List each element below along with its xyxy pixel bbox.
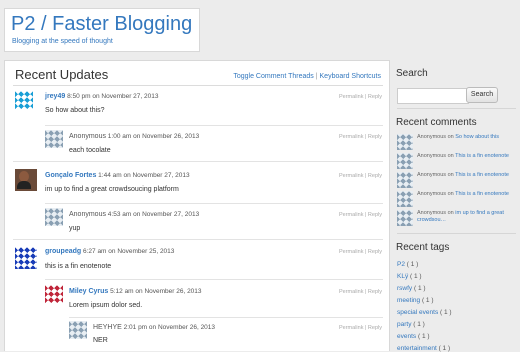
post-reply: HEYHYE 2:01 pm on November 26, 2013 Perm… bbox=[5, 61, 389, 351]
tag-count: ( 1 ) bbox=[421, 297, 434, 304]
recent-comment-item: Anonymous on This is a fin enotenote bbox=[397, 191, 519, 209]
tag-item: rswfy ( 1 ) bbox=[397, 285, 426, 292]
search-button[interactable]: Search bbox=[466, 87, 498, 103]
tag-count: ( 1 ) bbox=[413, 321, 425, 328]
post-body: NER bbox=[93, 337, 108, 344]
sidebar: Search Search Recent comments Anonymous … bbox=[390, 60, 520, 352]
avatar[interactable] bbox=[69, 321, 87, 339]
post-time: 2:01 pm on November 26, 2013 bbox=[123, 324, 216, 331]
search-heading: Search bbox=[396, 68, 428, 79]
comment-target-link[interactable]: This is a fin enotenote bbox=[455, 172, 509, 178]
comment-target-link[interactable]: This is a fin enotenote bbox=[455, 153, 509, 159]
comment-target-link[interactable]: This is a fin enotenote bbox=[455, 191, 509, 197]
tag-item: P2 ( 1 ) bbox=[397, 261, 418, 268]
tag-link[interactable]: party bbox=[397, 321, 411, 328]
search-input[interactable] bbox=[397, 88, 469, 104]
comment-on: on bbox=[447, 191, 454, 197]
comment-on: on bbox=[447, 172, 454, 178]
comment-on: on bbox=[447, 153, 454, 159]
avatar[interactable] bbox=[397, 134, 413, 150]
tag-link[interactable]: P2 bbox=[397, 261, 405, 268]
tag-link[interactable]: meeting bbox=[397, 297, 420, 304]
tag-count: ( 1 ) bbox=[406, 261, 419, 268]
tag-count: ( 1 ) bbox=[413, 285, 426, 292]
avatar[interactable] bbox=[397, 210, 413, 226]
divider bbox=[397, 233, 516, 234]
recent-comments-heading: Recent comments bbox=[396, 117, 477, 128]
site-title[interactable]: P2 / Faster Blogging bbox=[11, 13, 192, 36]
recent-comment-item: Anonymous on This is a fin enotenote bbox=[397, 153, 519, 171]
post-actions[interactable]: Permalink | Reply bbox=[339, 325, 382, 331]
tag-count: ( 1 ) bbox=[417, 333, 430, 340]
tag-item: entertainment ( 1 ) bbox=[397, 345, 450, 352]
comment-author: Anonymous bbox=[417, 210, 447, 216]
tag-count: ( 1 ) bbox=[440, 309, 452, 316]
comment-author: Anonymous bbox=[417, 172, 447, 178]
tag-link[interactable]: events bbox=[397, 333, 416, 340]
comment-on: on bbox=[447, 210, 454, 216]
tag-item: KLÿ ( 1 ) bbox=[397, 273, 422, 280]
tag-link[interactable]: KLÿ bbox=[397, 273, 408, 280]
tag-item: party ( 1 ) bbox=[397, 321, 425, 328]
tag-item: special events ( 1 ) bbox=[397, 309, 452, 316]
recent-comment-item: Anonymous on This is a fin enotenote bbox=[397, 172, 519, 190]
comment-author: Anonymous bbox=[417, 191, 447, 197]
tag-link[interactable]: entertainment bbox=[397, 345, 437, 352]
post-author: HEYHYE bbox=[93, 324, 122, 331]
recent-comment-item: Anonymous on So how about this bbox=[397, 134, 519, 152]
comment-author: Anonymous bbox=[417, 153, 447, 159]
tag-item: events ( 1 ) bbox=[397, 333, 430, 340]
tag-count: ( 1 ) bbox=[410, 273, 422, 280]
avatar[interactable] bbox=[397, 172, 413, 188]
tag-count: ( 1 ) bbox=[438, 345, 451, 352]
comment-author: Anonymous bbox=[417, 134, 447, 140]
recent-comment-item: Anonymous on im up to find a great crowd… bbox=[397, 210, 519, 228]
tag-item: meeting ( 1 ) bbox=[397, 297, 434, 304]
recent-tags-heading: Recent tags bbox=[396, 242, 450, 253]
site-header: P2 / Faster Blogging Blogging at the spe… bbox=[4, 8, 200, 52]
tag-link[interactable]: rswfy bbox=[397, 285, 412, 292]
divider bbox=[397, 108, 516, 109]
site-description: Blogging at the speed of thought bbox=[12, 38, 113, 45]
avatar[interactable] bbox=[397, 191, 413, 207]
comment-on: on bbox=[447, 134, 454, 140]
post-meta: HEYHYE 2:01 pm on November 26, 2013 bbox=[93, 324, 215, 331]
tag-link[interactable]: special events bbox=[397, 309, 438, 316]
main-panel: Recent Updates Toggle Comment Threads | … bbox=[4, 60, 390, 351]
avatar[interactable] bbox=[397, 153, 413, 169]
comment-target-link[interactable]: So how about this bbox=[455, 134, 499, 140]
